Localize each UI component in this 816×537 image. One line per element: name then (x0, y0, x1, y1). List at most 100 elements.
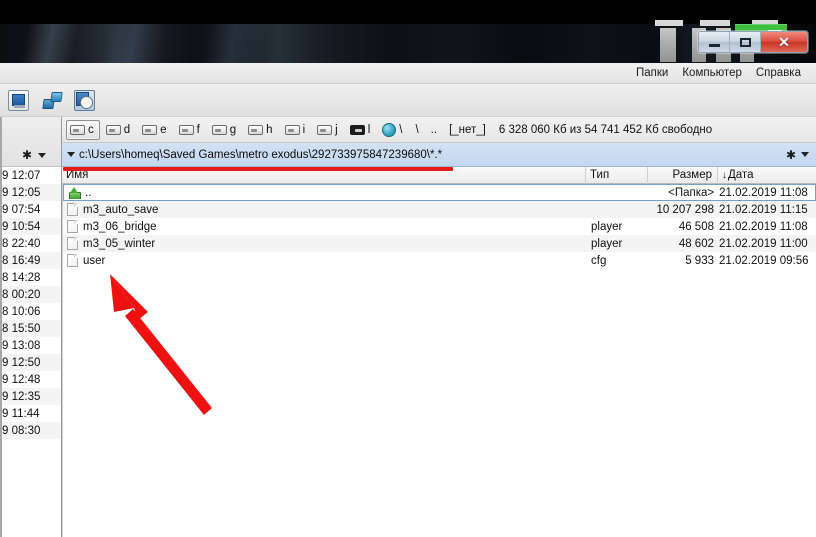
background-panel-empty-area (0, 457, 61, 537)
synchronize-dirs-icon[interactable] (74, 89, 95, 111)
network-connect-icon[interactable] (41, 90, 62, 111)
globe-icon (382, 122, 397, 137)
file-list[interactable]: .. <Папка> 21.02.2019 11:08 m3_auto_save… (62, 184, 816, 537)
drive-letter: f (196, 123, 200, 136)
desktop-black-band (0, 0, 816, 24)
drive-button-g[interactable]: g (208, 120, 242, 140)
drive-letter: c (88, 123, 94, 136)
chevron-down-icon[interactable] (801, 152, 809, 157)
file-size-cell: 5 933 (685, 254, 714, 267)
maximize-icon (739, 37, 751, 47)
window-controls: ✕ (698, 31, 808, 53)
drive-button-j[interactable]: j (313, 120, 344, 140)
volume-label: [_нет_] (449, 123, 486, 136)
drive-button-l-network[interactable]: l (346, 120, 377, 140)
background-row: 9 13:08 (2, 339, 41, 352)
menu-item-help[interactable]: Справка (749, 66, 808, 80)
minimize-button[interactable] (699, 32, 730, 52)
drive-icon (142, 124, 158, 135)
drive-button-d[interactable]: d (102, 120, 136, 140)
current-path-field[interactable]: c:\Users\homeq\Saved Games\metro exodus\… (64, 146, 777, 164)
path-bar: c:\Users\homeq\Saved Games\metro exodus\… (62, 143, 816, 167)
drive-icon (211, 124, 227, 135)
table-row[interactable]: .. <Папка> 21.02.2019 11:08 (63, 184, 816, 201)
asterisk-icon[interactable]: ✱ (22, 149, 32, 161)
drive-letter: h (266, 123, 273, 136)
file-name: m3_06_bridge (83, 220, 157, 233)
file-name-cell[interactable]: m3_auto_save (63, 203, 587, 216)
file-name-cell[interactable]: .. (64, 186, 587, 199)
background-row: 9 08:30 (0, 422, 61, 439)
background-row: 9 07:54 (2, 203, 41, 216)
drive-icon (248, 124, 264, 135)
file-icon (67, 237, 78, 250)
drive-icon (105, 124, 121, 135)
left-tab-controls: ✱ (22, 145, 47, 165)
column-header-date[interactable]: ↓ Дата (718, 167, 814, 184)
close-button[interactable]: ✕ (761, 32, 807, 52)
table-row[interactable]: user cfg 5 933 21.02.2019 09:56 (63, 252, 816, 269)
background-row: 9 12:07 (2, 169, 41, 182)
menu-item-computer[interactable]: Компьютер (675, 66, 749, 80)
menu-bar: Папки Компьютер Справка (0, 63, 816, 84)
file-name-cell[interactable]: user (63, 254, 587, 267)
background-panel-rows: 9 12:07 9 12:05 9 07:54 9 10:54 8 22:40 … (0, 167, 61, 439)
file-name: m3_05_winter (83, 237, 156, 250)
table-row[interactable]: m3_06_bridge player 46 508 21.02.2019 11… (63, 218, 816, 235)
column-header-type[interactable]: Тип (586, 166, 648, 184)
root-button[interactable]: \ (410, 124, 423, 136)
drive-button-e[interactable]: e (138, 120, 172, 140)
background-row: 8 16:49 (0, 252, 61, 269)
drive-letter: j (335, 123, 338, 136)
background-row: 8 00:20 (0, 286, 61, 303)
file-name: .. (85, 186, 92, 199)
background-row: 8 22:40 (2, 237, 41, 250)
background-row: 9 12:05 (0, 184, 61, 201)
file-date-cell: 21.02.2019 11:08 (719, 220, 808, 233)
drive-icon (70, 124, 85, 135)
taskbar-label-2 (700, 20, 730, 26)
close-icon: ✕ (778, 34, 790, 50)
drive-button-h[interactable]: h (244, 120, 278, 140)
drive-icon (178, 124, 194, 135)
annotation-underline (63, 167, 453, 171)
column-header-date-label: Дата (728, 169, 754, 181)
file-name-cell[interactable]: m3_05_winter (63, 237, 587, 250)
drive-letter: i (302, 123, 306, 136)
taskbar-item-1[interactable] (660, 28, 676, 62)
current-path-text: c:\Users\homeq\Saved Games\metro exodus\… (79, 148, 443, 161)
drive-button-c[interactable]: c (66, 119, 100, 140)
drive-button-i[interactable]: i (281, 120, 312, 140)
parent-dir-button[interactable]: .. (426, 124, 442, 136)
table-row[interactable]: m3_auto_save 10 207 298 21.02.2019 11:15 (63, 201, 816, 218)
path-history-chevron-down-icon[interactable] (67, 152, 75, 157)
network-root-sep: \ (399, 123, 403, 136)
table-row[interactable]: m3_05_winter player 48 602 21.02.2019 11… (63, 235, 816, 252)
lister-viewer-icon[interactable] (8, 89, 29, 111)
network-neighborhood-button[interactable]: \ (378, 120, 408, 140)
right-tab-controls: ✱ (779, 144, 816, 166)
menu-item-folders[interactable]: Папки (629, 66, 675, 80)
taskbar-label-1 (655, 20, 683, 26)
background-row: 9 10:54 (0, 218, 61, 235)
file-name-cell[interactable]: m3_06_bridge (63, 220, 587, 233)
network-drive-icon (349, 124, 365, 135)
background-row: 8 14:28 (2, 271, 41, 284)
asterisk-icon[interactable]: ✱ (786, 149, 796, 161)
screenshot-root: ✕ Папки Компьютер Справка 9 12:07 9 12:0… (0, 0, 816, 537)
file-size-cell: 46 508 (678, 220, 714, 233)
file-name: m3_auto_save (83, 203, 159, 216)
background-row: 9 11:44 (2, 407, 40, 420)
file-size-cell: <Папка> (668, 186, 715, 199)
drive-icon (317, 124, 333, 135)
file-icon (67, 220, 78, 233)
file-type-cell: player (591, 237, 623, 250)
background-row: 8 15:50 (0, 320, 61, 337)
minimize-icon (708, 44, 720, 47)
drive-button-f[interactable]: f (175, 120, 206, 140)
maximize-button[interactable] (730, 32, 761, 52)
background-row: 9 12:48 (2, 373, 41, 386)
background-panel-edge (0, 117, 2, 537)
chevron-down-icon[interactable] (38, 152, 47, 158)
column-header-size[interactable]: Размер (648, 166, 718, 184)
